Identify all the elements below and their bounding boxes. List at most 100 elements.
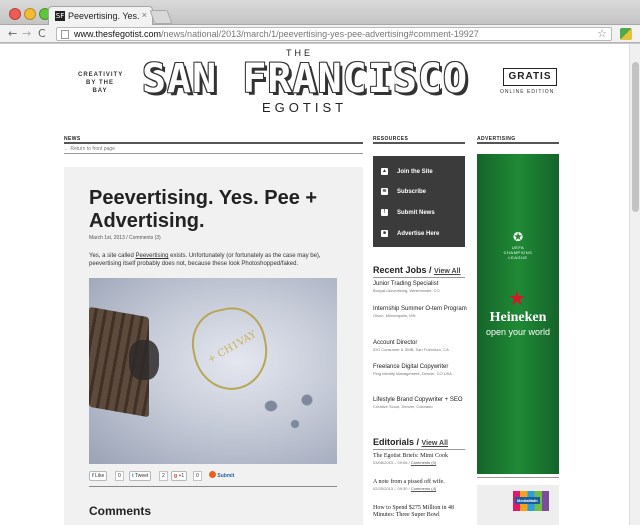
gratis-badge: GRATIS (503, 68, 557, 86)
jobs-rule (373, 277, 465, 278)
editorials-view-all-link[interactable]: View All (422, 440, 448, 447)
browser-tab[interactable]: SF Peevertising. Yes. Pee + A × (48, 6, 153, 26)
mediamath-ad[interactable]: MediaMath (477, 485, 559, 525)
gplus-count: 0 (193, 471, 202, 481)
close-window-button[interactable] (9, 8, 21, 20)
mediamath-label: MediaMath (515, 497, 540, 504)
job-item[interactable]: Lifestyle Brand Copywriter + SEO Creativ… (373, 397, 468, 410)
job-title: Freelance Digital Copywriter (373, 364, 449, 370)
job-item[interactable]: Account Director IDG Consumer & SMB, San… (373, 340, 468, 353)
article-meta: March 1st, 2013 / Comments (3) (89, 235, 161, 241)
minimize-window-button[interactable] (24, 8, 36, 20)
stumbleupon-submit-button[interactable]: Submit (207, 471, 236, 481)
tweet-button[interactable]: t Tweet (129, 471, 152, 481)
ucl-line: LEAGUE (508, 255, 528, 260)
browser-tab-strip: SF Peevertising. Yes. Pee + A × (0, 0, 640, 26)
return-link-label: Return to front page (70, 146, 115, 152)
new-tab-button[interactable] (149, 10, 173, 24)
article-title: Peevertising. Yes. Pee + Advertising. (89, 187, 318, 232)
job-title: Junior Trading Specialist (373, 281, 439, 287)
site-logo-title[interactable]: SAN FRANCISCO (142, 56, 468, 102)
bench-shadow (129, 340, 159, 380)
editorial-item[interactable]: How to Spend $275 Million in 48 Minutes:… (373, 505, 468, 519)
job-item[interactable]: Junior Trading Specialist Booyah Adverti… (373, 281, 468, 294)
stumbleupon-icon (209, 471, 216, 478)
job-title: Lifestyle Brand Copywriter + SEO (373, 397, 463, 403)
recent-jobs-title: Recent Jobs (373, 265, 427, 275)
job-item[interactable]: Internship Summer O-tem Program Olson, M… (373, 306, 468, 319)
vertical-scrollbar[interactable] (629, 44, 640, 525)
gplus-button[interactable]: g +1 (171, 471, 188, 481)
browser-toolbar: ← → C www.thesfegotist.com/news/national… (0, 25, 640, 43)
address-bar[interactable]: www.thesfegotist.com/news/national/2013/… (56, 27, 612, 41)
page-icon (61, 30, 69, 39)
resources-menu: ▲ Join the Site ≋ Subscribe ! Submit New… (373, 156, 465, 247)
recent-jobs-heading: Recent Jobs / View All (373, 265, 461, 275)
job-meta: IDG Consumer & SMB, San Francisco, CA (373, 347, 449, 352)
editorial-item[interactable]: The Egotist Briefs: Mimi Cook 03/08/2013… (373, 453, 468, 466)
person-icon: ▲ (381, 168, 388, 175)
job-meta: Olson, Minneapolis, MN (373, 313, 416, 318)
champions-league-star-icon: ✪ (513, 230, 524, 244)
editorial-title: How to Spend $275 Million in 48 Minutes:… (373, 505, 455, 518)
favicon-icon: SF (55, 11, 65, 21)
editorial-meta: 03/08/2013 – 09:06 / Comments (0) (373, 460, 468, 466)
heading-separator: / (426, 265, 435, 275)
editorial-comments-link[interactable]: Comments (0) (411, 460, 436, 465)
ad-brand: Heineken (489, 310, 547, 325)
editorial-meta: 02/25/2013 – 09:30 / Comments (4) (373, 486, 468, 492)
article-photo: + CH1VAY (89, 278, 337, 464)
forward-icon[interactable]: → (22, 27, 31, 40)
scrollbar-thumb[interactable] (632, 62, 639, 212)
peevertising-link[interactable]: Peevertising (135, 253, 168, 259)
alert-icon: ! (381, 209, 388, 216)
tweet-label: Tweet (134, 473, 149, 479)
article-body: Yes, a site called Peevertising exists. … (89, 252, 344, 268)
news-rule (64, 142, 363, 144)
tab-title: Peevertising. Yes. Pee + A (68, 11, 140, 21)
editorials-title: Editorials (373, 437, 415, 447)
ad-separator (477, 477, 559, 478)
return-to-front-link[interactable]: ← Return to front page (64, 146, 115, 152)
heineken-ad[interactable]: ✪ UEFA CHAMPIONS LEAGUE ★ Heineken open … (477, 154, 559, 474)
like-count: 0 (115, 471, 124, 481)
job-meta: Ping Identity Management, Denver, CO USA (373, 371, 452, 376)
masthead-subtitle: EGOTIST (262, 100, 348, 115)
gplus-label: +1 (178, 473, 185, 479)
job-item[interactable]: Freelance Digital Copywriter Ping Identi… (373, 364, 468, 377)
rss-icon: ≋ (381, 188, 388, 195)
tweet-count: 2 (159, 471, 168, 481)
body-text-start: Yes, a site called (89, 253, 136, 259)
resource-label: Subscribe (397, 189, 427, 195)
page-viewport: CREATIVITY BY THE BAY THE SAN FRANCISCO … (0, 44, 640, 525)
article: Peevertising. Yes. Pee + Advertising. Ma… (64, 167, 363, 525)
back-icon[interactable]: ← (8, 27, 17, 40)
tab-close-icon[interactable]: × (142, 10, 147, 20)
editorial-item[interactable]: A note from a pissed off wife. 02/25/201… (373, 479, 468, 492)
editorial-comments-link[interactable]: Comments (4) (411, 486, 436, 491)
editorials-heading: Editorials / View All (373, 437, 448, 447)
job-meta: Creative Scout, Denver, Colorado (373, 404, 433, 409)
reload-icon[interactable]: C (38, 27, 46, 40)
editorial-date: 03/08/2013 – 09:06 / (373, 460, 411, 465)
submit-label: Submit (217, 473, 235, 479)
resource-label: Advertise Here (397, 231, 440, 237)
facebook-like-button[interactable]: f Like (89, 471, 108, 481)
jobs-view-all-link[interactable]: View All (434, 268, 460, 275)
footprints (259, 388, 319, 448)
heading-separator: / (414, 437, 422, 447)
url-path: /news/national/2013/march/1/peevertising… (161, 29, 479, 39)
editorials-rule (373, 449, 465, 450)
editorial-title: A note from a pissed off wife. (373, 479, 445, 485)
facebook-icon: f (92, 473, 94, 479)
bookmark-star-icon[interactable]: ☆ (597, 27, 607, 40)
job-meta: Booyah Advertising, Westminster, CO (373, 288, 440, 293)
masthead-tagline: CREATIVITY BY THE BAY (78, 72, 124, 94)
url-domain: www.thesfegotist.com (74, 29, 162, 39)
resource-label: Submit News (397, 210, 435, 216)
article-divider (89, 486, 337, 487)
job-title: Internship Summer O-tem Program (373, 306, 467, 312)
gplus-icon: g (174, 473, 178, 479)
extension-icon[interactable] (620, 28, 632, 40)
comments-heading: Comments (89, 504, 152, 518)
